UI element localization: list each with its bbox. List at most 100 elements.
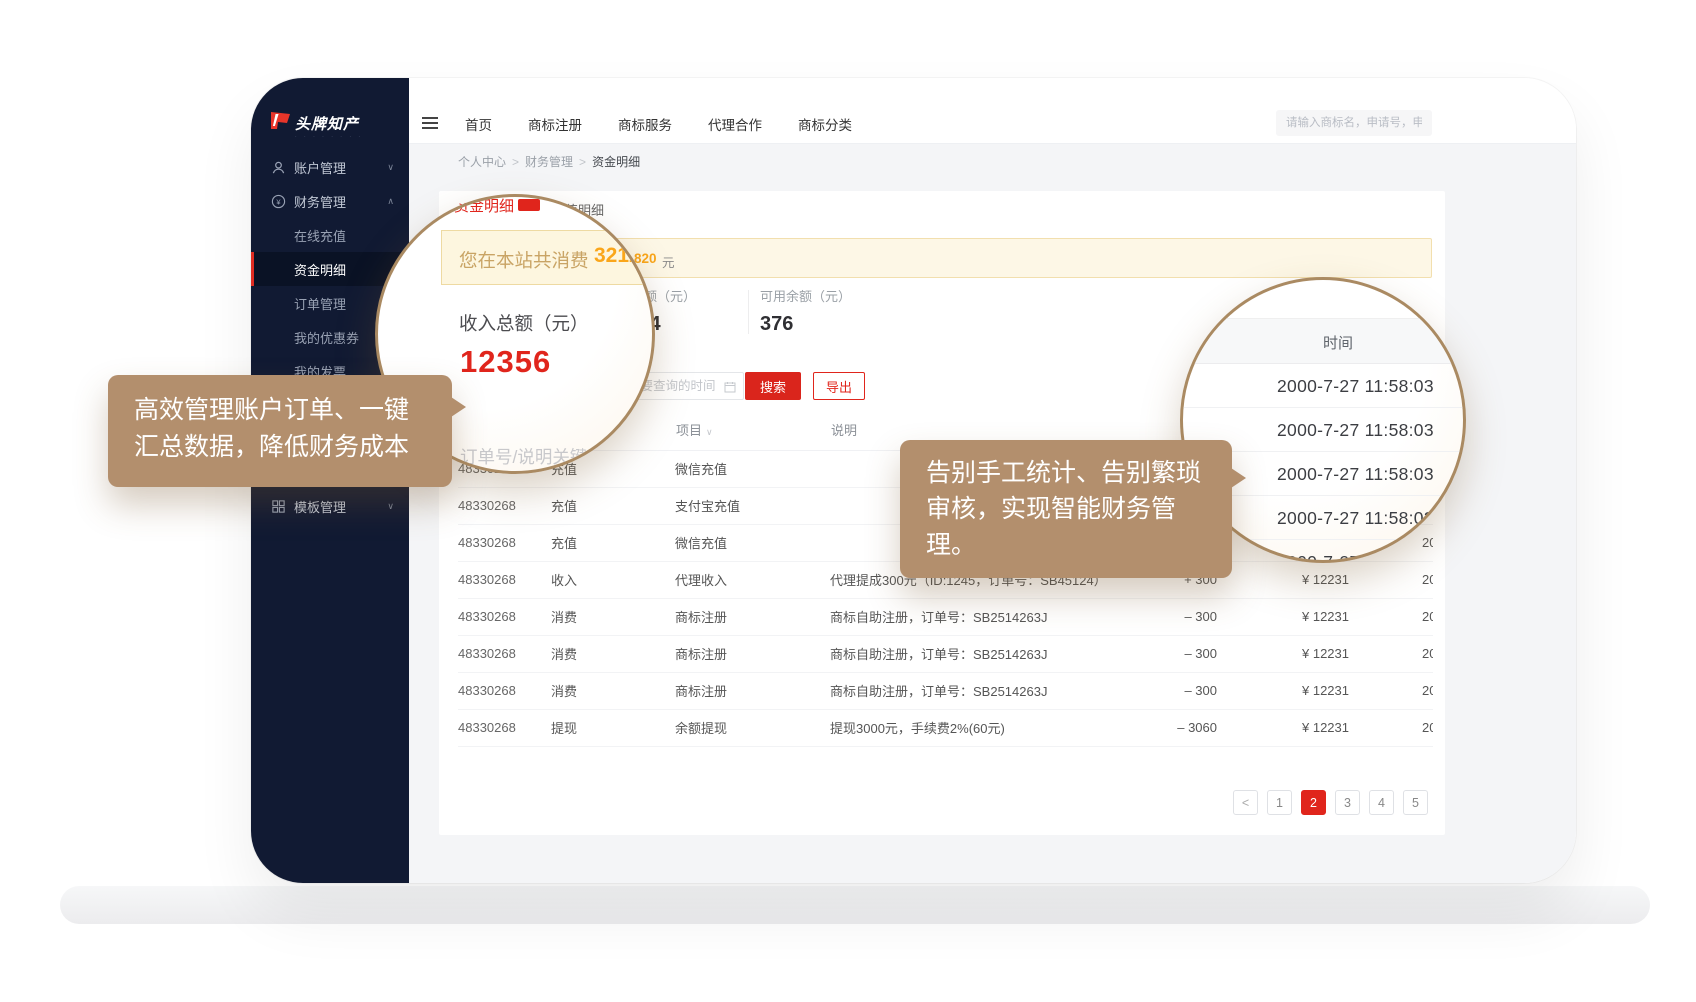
cell-type: 提现 bbox=[551, 709, 675, 746]
search-box bbox=[1276, 110, 1432, 136]
cell-time: 2000-7-27 11:58:03 bbox=[1349, 598, 1433, 635]
stat-value: 376 bbox=[760, 313, 851, 336]
column-header-project[interactable]: 项目∨ bbox=[675, 410, 830, 450]
laptop-base bbox=[60, 886, 1650, 924]
cell-time: 2000-7-27 11:58:03 bbox=[1349, 672, 1433, 709]
cell-project: 余额提现 bbox=[675, 709, 830, 746]
search-button[interactable]: 搜索 bbox=[745, 372, 801, 400]
cell-time: 2000-7-27 11:58:03 bbox=[1349, 561, 1433, 598]
cell-order-no: 48330268 bbox=[458, 635, 551, 672]
cell-balance: ¥ 12231 bbox=[1217, 672, 1349, 709]
logo-text: 头牌知产 bbox=[295, 113, 359, 134]
breadcrumb-item[interactable]: 个人中心 bbox=[458, 155, 506, 169]
cell-amount: – 300 bbox=[1120, 598, 1217, 635]
cell-order-no: 48330268 bbox=[458, 672, 551, 709]
table-row: 48330268消费商标注册商标自助注册，订单号：SB2514263J– 300… bbox=[458, 598, 1433, 635]
calendar-icon[interactable] bbox=[724, 380, 736, 398]
nav-item[interactable]: 商标服务 bbox=[618, 114, 672, 134]
cell-order-no: 48330268 bbox=[458, 598, 551, 635]
cell-project: 支付宝充值 bbox=[675, 487, 830, 524]
magnified-stat-label: 收入总额（元） bbox=[459, 310, 589, 336]
cell-order-no: 48330268 bbox=[458, 709, 551, 746]
sidebar-item-label: 模板管理 bbox=[294, 497, 346, 516]
callout-left-text: 高效管理账户订单、一键汇总数据，降低财务成本 bbox=[134, 396, 409, 461]
cell-type: 消费 bbox=[551, 635, 675, 672]
cell-time: 2000-7-27 11:58:03 bbox=[1349, 709, 1433, 746]
cell-type: 充值 bbox=[551, 524, 675, 561]
cell-description: 商标自助注册，订单号：SB2514263J bbox=[830, 672, 1120, 709]
cell-project: 商标注册 bbox=[675, 598, 830, 635]
stat-label: 可用余额（元） bbox=[760, 286, 851, 305]
chevron-up-icon: ∧ bbox=[387, 196, 394, 207]
search-input[interactable] bbox=[1276, 110, 1432, 136]
pagination-page-2[interactable]: 2 bbox=[1301, 790, 1326, 815]
cell-time: 2000-7-27 11:58:03 bbox=[1349, 635, 1433, 672]
cell-amount: – 300 bbox=[1120, 635, 1217, 672]
magnified-banner-amount: 32124 bbox=[594, 244, 652, 268]
magnified-tab-label: 资金明细 bbox=[454, 195, 514, 216]
svg-text:¥: ¥ bbox=[276, 197, 281, 206]
sort-chevron-icon[interactable]: ∨ bbox=[706, 427, 713, 437]
cell-type: 消费 bbox=[551, 598, 675, 635]
cell-amount: – 3060 bbox=[1120, 709, 1217, 746]
sidebar-item-label: 财务管理 bbox=[294, 192, 346, 211]
cell-project: 微信充值 bbox=[675, 524, 830, 561]
banner-unit: 元 bbox=[662, 252, 675, 271]
sidebar-item-recharge[interactable]: 在线充值 bbox=[251, 218, 409, 252]
sidebar-item-label: 资金明细 bbox=[294, 260, 346, 279]
pagination-page-1[interactable]: 1 bbox=[1267, 790, 1292, 815]
logo-icon bbox=[268, 111, 291, 135]
sidebar-item-templates[interactable]: 模板管理 ∨ bbox=[251, 489, 409, 523]
cell-project: 商标注册 bbox=[675, 635, 830, 672]
breadcrumb-separator: > bbox=[579, 155, 586, 169]
magnified-time-cell: 2000-7-27 11:58:03 bbox=[1183, 364, 1463, 408]
nav-item[interactable]: 首页 bbox=[465, 114, 492, 134]
cell-balance: ¥ 12231 bbox=[1217, 598, 1349, 635]
callout-bubble-right: 告别手工统计、告别繁琐审核，实现智能财务管理。 bbox=[900, 440, 1232, 578]
nav-item[interactable]: 商标分类 bbox=[798, 114, 852, 134]
pagination-page-5[interactable]: 5 bbox=[1403, 790, 1428, 815]
sidebar-item-label: 我的优惠券 bbox=[294, 328, 359, 347]
sidebar-item-finance[interactable]: ¥ 财务管理 ∧ bbox=[251, 184, 409, 218]
logo-caption: · · · · · · · · bbox=[295, 134, 363, 140]
template-icon bbox=[271, 499, 286, 514]
cell-type: 消费 bbox=[551, 672, 675, 709]
logo[interactable]: 头牌知产 bbox=[268, 111, 359, 135]
cell-order-no: 48330268 bbox=[458, 561, 551, 598]
hamburger-menu-icon[interactable] bbox=[422, 117, 438, 132]
pagination-prev-button[interactable]: < bbox=[1233, 790, 1258, 815]
nav-item[interactable]: 代理合作 bbox=[708, 114, 762, 134]
cell-order-no: 48330268 bbox=[458, 487, 551, 524]
sidebar-item-label: 账户管理 bbox=[294, 158, 346, 177]
nav-item[interactable]: 商标注册 bbox=[528, 114, 582, 134]
cell-balance: ¥ 12231 bbox=[1217, 709, 1349, 746]
breadcrumb-item: 资金明细 bbox=[592, 155, 640, 169]
topbar: 首页 商标注册 商标服务 代理合作 商标分类 bbox=[409, 103, 1576, 144]
cell-description: 商标自助注册，订单号：SB2514263J bbox=[830, 598, 1120, 635]
cell-amount: – 300 bbox=[1120, 672, 1217, 709]
export-button[interactable]: 导出 bbox=[813, 372, 865, 400]
magnified-red-badge bbox=[518, 199, 540, 211]
magnified-stat-value: 12356 bbox=[460, 344, 551, 380]
breadcrumb-item[interactable]: 财务管理 bbox=[525, 155, 573, 169]
cell-type: 收入 bbox=[551, 561, 675, 598]
pagination-page-3[interactable]: 3 bbox=[1335, 790, 1360, 815]
cell-balance: ¥ 12231 bbox=[1217, 561, 1349, 598]
magnified-time-header: 时间 bbox=[1183, 318, 1463, 364]
table-row: 48330268消费商标注册商标自助注册，订单号：SB2514263J– 300… bbox=[458, 672, 1433, 709]
table-row: 48330268提现余额提现提现3000元，手续费2%(60元)– 3060¥ … bbox=[458, 709, 1433, 746]
breadcrumb-separator: > bbox=[512, 155, 519, 169]
cell-project: 代理收入 bbox=[675, 561, 830, 598]
pagination-page-4[interactable]: 4 bbox=[1369, 790, 1394, 815]
magnified-input-placeholder: 订单号/说明关键字 bbox=[460, 444, 605, 469]
breadcrumb: 个人中心 > 财务管理 > 资金明细 bbox=[458, 153, 640, 170]
callout-right-text: 告别手工统计、告别繁琐审核，实现智能财务管理。 bbox=[926, 459, 1201, 559]
callout-bubble-left: 高效管理账户订单、一键汇总数据，降低财务成本 bbox=[108, 375, 452, 487]
chevron-down-icon: ∨ bbox=[387, 501, 394, 512]
cell-project: 微信充值 bbox=[675, 450, 830, 487]
stat-divider bbox=[748, 290, 749, 334]
cell-description: 提现3000元，手续费2%(60元) bbox=[830, 709, 1120, 746]
stat-block: 可用余额（元） 376 bbox=[760, 286, 851, 336]
pagination: <12345 bbox=[1233, 790, 1428, 815]
sidebar-item-account[interactable]: 账户管理∨ bbox=[251, 150, 409, 184]
